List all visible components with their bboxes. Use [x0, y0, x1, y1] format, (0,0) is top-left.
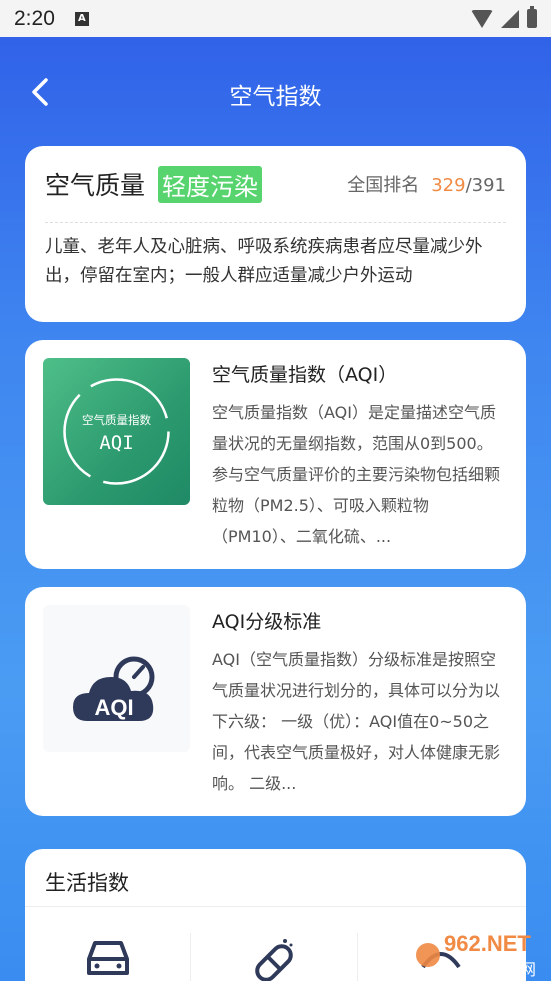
column-divider [190, 933, 191, 981]
article-card-aqi-grading[interactable]: AQI AQI分级标准 AQI（空气质量指数）分级标准是按照空气质量状况进行划分… [25, 587, 526, 816]
notification-a-icon: A [74, 11, 89, 26]
divider [25, 906, 526, 907]
aqi-ring-icon: 空气质量指数 AQI [63, 378, 170, 485]
rank-total: /391 [465, 175, 506, 196]
rank-label: 全国排名 [347, 175, 420, 196]
pill-icon[interactable] [249, 937, 299, 981]
air-quality-label: 空气质量 [45, 171, 146, 200]
article-summary: 空气质量指数（AQI）是定量描述空气质量状况的无量纲指数，范围从0到500。参与… [212, 403, 501, 546]
page-title: 空气指数 [229, 84, 322, 110]
national-rank: 全国排名 329/391 [347, 171, 506, 197]
air-quality-card: 空气质量 轻度污染 全国排名 329/391 儿童、老年人及心脏病、呼吸系统疾病患… [25, 146, 526, 322]
thumb-line2: AQI [99, 432, 133, 454]
aqi-thumbnail: 空气质量指数 AQI [43, 358, 190, 505]
nav-bar: 空气指数 [0, 37, 551, 149]
rank-number: 329 [431, 175, 466, 196]
battery-icon [527, 6, 537, 28]
pollution-level-badge: 轻度污染 [158, 165, 263, 203]
aqi-grading-thumbnail: AQI [43, 605, 190, 752]
article-title: 空气质量指数（AQI） [212, 364, 398, 386]
dashed-divider [45, 222, 506, 223]
aqi-cloud-gauge-icon: AQI [73, 656, 155, 721]
health-advice: 儿童、老年人及心脏病、呼吸系统疾病患者应尽量减少外出，停留在室内；一般人群应适量… [45, 237, 483, 286]
wifi-icon [471, 9, 493, 28]
watermark-sub: 乐游网 [488, 960, 536, 979]
status-bar: 2:20 A [0, 0, 551, 37]
article-card-aqi[interactable]: 空气质量指数 AQI 空气质量指数（AQI） 空气质量指数（AQI）是定量描述空… [25, 340, 526, 569]
status-time: 2:20 [14, 6, 55, 30]
signal-icon [501, 9, 519, 28]
article-summary: AQI（空气质量指数）分级标准是按照空气质量状况进行划分的，具体可以分为以下六级… [212, 650, 501, 793]
site-watermark-logo: 962.NET 乐游网 [416, 931, 536, 979]
watermark-brand: 962.NET [444, 931, 531, 956]
article-title: AQI分级标准 [212, 611, 322, 633]
column-divider [357, 933, 358, 981]
life-index-title: 生活指数 [45, 871, 129, 895]
car-icon[interactable] [85, 937, 131, 981]
thumb-line1: 空气质量指数 [82, 413, 151, 427]
cloud-aqi-text: AQI [94, 695, 133, 720]
